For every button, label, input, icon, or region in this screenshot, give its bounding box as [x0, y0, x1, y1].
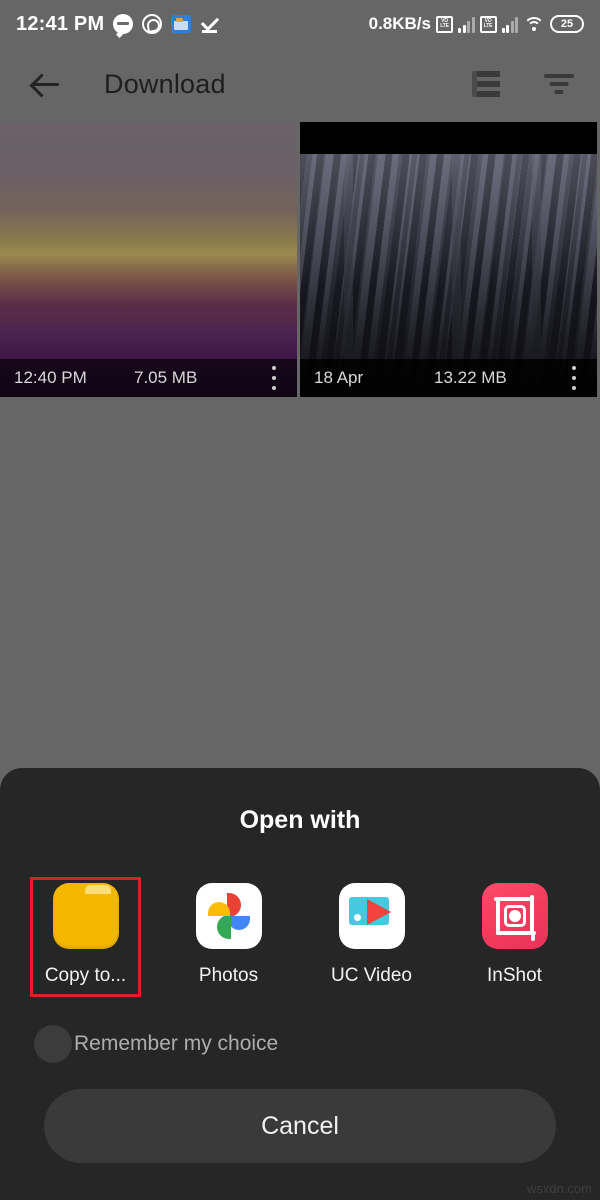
volte-icon-sim1: VO LTE — [436, 15, 453, 33]
file-grid: 12:40 PM 7.05 MB 18 Apr 13.22 MB — [0, 122, 600, 397]
app-option-copy-to[interactable]: Copy to... — [14, 877, 157, 997]
filter-icon[interactable] — [544, 72, 574, 96]
sheet-title: Open with — [239, 806, 361, 834]
list-view-icon[interactable] — [472, 71, 500, 97]
whatsapp-icon — [142, 14, 163, 34]
app-option-uc-video[interactable]: UC Video — [300, 877, 443, 997]
grid-item-meta: 12:40 PM 7.05 MB — [0, 359, 297, 397]
gallery-icon — [171, 15, 192, 33]
grid-item[interactable]: 12:40 PM 7.05 MB — [0, 122, 297, 397]
uc-video-icon — [338, 883, 405, 949]
wifi-icon — [523, 16, 545, 33]
grid-item-meta: 18 Apr 13.22 MB — [300, 359, 597, 397]
signal-bars-icon-sim1 — [458, 16, 475, 33]
app-option-label: UC Video — [331, 965, 412, 986]
app-option-inshot[interactable]: InShot — [443, 877, 586, 997]
messages-icon — [113, 14, 134, 34]
status-bar-left: 12:41 PM — [16, 13, 220, 36]
battery-icon: 25 — [550, 15, 584, 33]
toolbar-actions — [472, 71, 574, 97]
signal-bars-icon-sim2 — [501, 16, 518, 33]
grid-item-date: 12:40 PM — [14, 368, 87, 387]
app-option-photos[interactable]: Photos — [157, 877, 300, 997]
checkmark-icon — [200, 15, 220, 33]
more-vertical-icon[interactable] — [265, 366, 283, 390]
status-time: 12:41 PM — [16, 12, 105, 35]
back-arrow-icon[interactable] — [26, 64, 66, 104]
google-photos-icon — [195, 883, 262, 949]
volte-bottom-label-2: LTE — [483, 23, 493, 29]
thumbnail-snowy-forest — [300, 122, 597, 397]
cancel-button[interactable]: Cancel — [44, 1089, 556, 1163]
thumbnail-sunset — [0, 122, 297, 397]
app-chooser-list: Copy to... Photos UC Video InShot — [0, 877, 600, 997]
network-speed: 0.8KB/s — [368, 14, 431, 33]
phone-screen: 12:41 PM 0.8KB/s VO LTE VO LTE 25 Downlo… — [0, 0, 600, 1200]
folder-icon — [52, 883, 119, 949]
grid-item-size: 7.05 MB — [134, 368, 198, 387]
cancel-button-label: Cancel — [261, 1111, 339, 1140]
watermark: wsxdn.com — [526, 1181, 592, 1196]
thumbnail-letterbox — [300, 122, 597, 154]
app-option-label: InShot — [487, 965, 542, 986]
app-option-label: Photos — [198, 965, 259, 986]
grid-item[interactable]: 18 Apr 13.22 MB — [300, 122, 597, 397]
remember-label: Remember my choice — [74, 1032, 279, 1055]
remember-my-choice-row[interactable]: Remember my choice — [0, 1025, 600, 1063]
battery-level: 25 — [560, 17, 574, 30]
volte-icon-sim2: VO LTE — [479, 15, 497, 33]
grid-item-date: 18 Apr — [314, 368, 364, 387]
app-toolbar: Download — [0, 48, 600, 120]
status-bar: 12:41 PM 0.8KB/s VO LTE VO LTE 25 — [0, 0, 600, 48]
volte-bottom-label: LTE — [440, 23, 449, 29]
remember-checkbox[interactable] — [34, 1025, 72, 1063]
page-title: Download — [104, 68, 226, 99]
status-bar-right: 0.8KB/s VO LTE VO LTE 25 — [369, 14, 584, 34]
more-vertical-icon[interactable] — [565, 366, 583, 390]
open-with-sheet: Open with Copy to... Photos UC Video InS… — [0, 768, 600, 1200]
inshot-icon — [481, 883, 548, 949]
grid-item-size: 13.22 MB — [434, 368, 507, 387]
